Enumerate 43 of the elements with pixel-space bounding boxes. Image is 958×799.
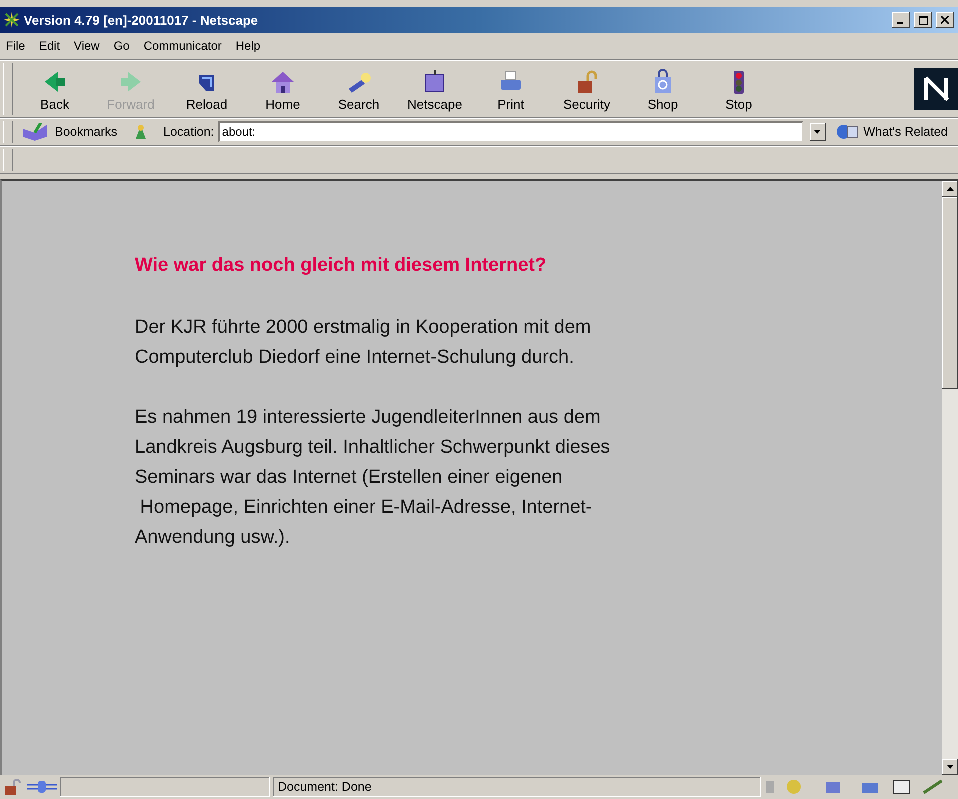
whats-related-label[interactable]: What's Related [864, 125, 948, 139]
vertical-scrollbar[interactable] [942, 181, 958, 775]
padlock-icon[interactable] [4, 779, 24, 795]
minimize-button[interactable] [892, 12, 910, 28]
toolbar-button[interactable]: Reload [169, 62, 245, 116]
toolbar-button[interactable]: Print [473, 62, 549, 116]
bookmarks-label[interactable]: Bookmarks [55, 125, 118, 139]
scroll-down-icon[interactable] [946, 765, 954, 769]
netscape-star-icon [4, 12, 20, 28]
window-title: Version 4.79 [en]-20011017 - Netscape [24, 12, 260, 28]
location-field[interactable]: about: [218, 121, 804, 143]
dropdown-button[interactable] [810, 123, 826, 141]
toolbar-grip[interactable] [3, 149, 13, 171]
toolbar-button[interactable]: Netscape [397, 62, 473, 116]
body-paragraph: Der KJR führte 2000 erstmalig in Kooperation mit dem Computerclub Diedorf eine Internet-Schulung durch. [135, 316, 592, 370]
menu-item[interactable]: View [74, 39, 100, 53]
menu-item[interactable]: Help [236, 39, 261, 53]
page-heading: Wie war das noch gleich mit diesem Internet? [135, 255, 548, 277]
menu-item[interactable]: File [6, 39, 26, 53]
maximize-button[interactable] [914, 12, 932, 28]
netscape-logo [914, 68, 958, 110]
toolbar-button[interactable]: Back [17, 62, 93, 116]
body-paragraph: Es nahmen 19 interessierte JugendleiterInnen aus dem Landkreis Augsburg teil. Inhaltlicher Schwerpunkt dieses Seminars war das Internet (Erstellen einer eigenen Homepage, Einrichten einer E-Mail-Adresse, Internet- Anwendung usw.). [135, 406, 612, 550]
maximize-icon [918, 16, 928, 24]
caret-down-icon [814, 130, 822, 134]
globe-icon[interactable] [836, 123, 860, 141]
scroll-up-icon[interactable] [946, 187, 954, 191]
menu-item[interactable]: Edit [39, 39, 60, 53]
close-icon [941, 16, 949, 24]
toolbar-button[interactable]: Shop [625, 62, 701, 116]
close-button[interactable] [936, 12, 954, 28]
menu-item[interactable]: Communicator [144, 39, 222, 53]
toolbar-grip[interactable] [3, 63, 13, 115]
toolbar-button[interactable]: Search [321, 62, 397, 116]
location-label: Location: [164, 125, 214, 139]
toolbar-grip[interactable] [3, 121, 13, 143]
menu-item[interactable]: Go [114, 39, 130, 53]
toolbar-button[interactable]: Security [549, 62, 625, 116]
toolbar-button[interactable]: Home [245, 62, 321, 116]
status-text: Document: Done [278, 780, 372, 794]
toolbar-button[interactable]: Stop [701, 62, 777, 116]
plug-icon[interactable] [27, 780, 57, 794]
house-icon [270, 69, 296, 95]
